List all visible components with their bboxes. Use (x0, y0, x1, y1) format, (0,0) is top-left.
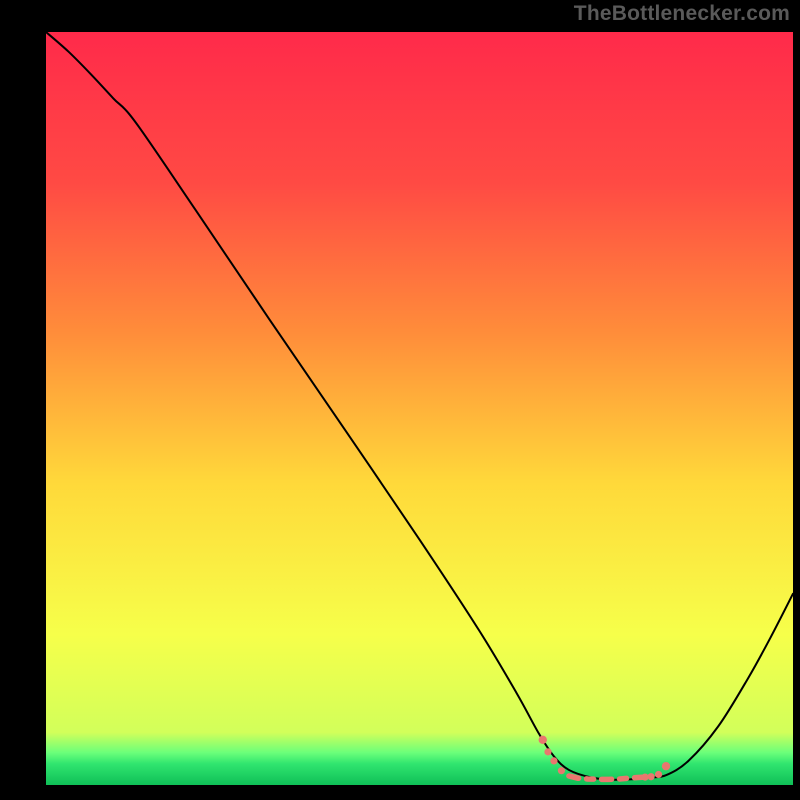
chart-background (46, 32, 793, 785)
optimal-range-dot (647, 773, 654, 780)
optimal-range-dot (550, 757, 557, 764)
optimal-range-dot (544, 748, 551, 755)
optimal-range-dot (662, 762, 670, 770)
optimal-range-dot (655, 771, 662, 778)
chart-frame: TheBottlenecker.com (0, 0, 800, 800)
optimal-range-dot (539, 736, 547, 744)
bottleneck-chart (0, 0, 800, 800)
optimal-range-dot (558, 767, 565, 774)
watermark-text: TheBottlenecker.com (574, 2, 790, 26)
